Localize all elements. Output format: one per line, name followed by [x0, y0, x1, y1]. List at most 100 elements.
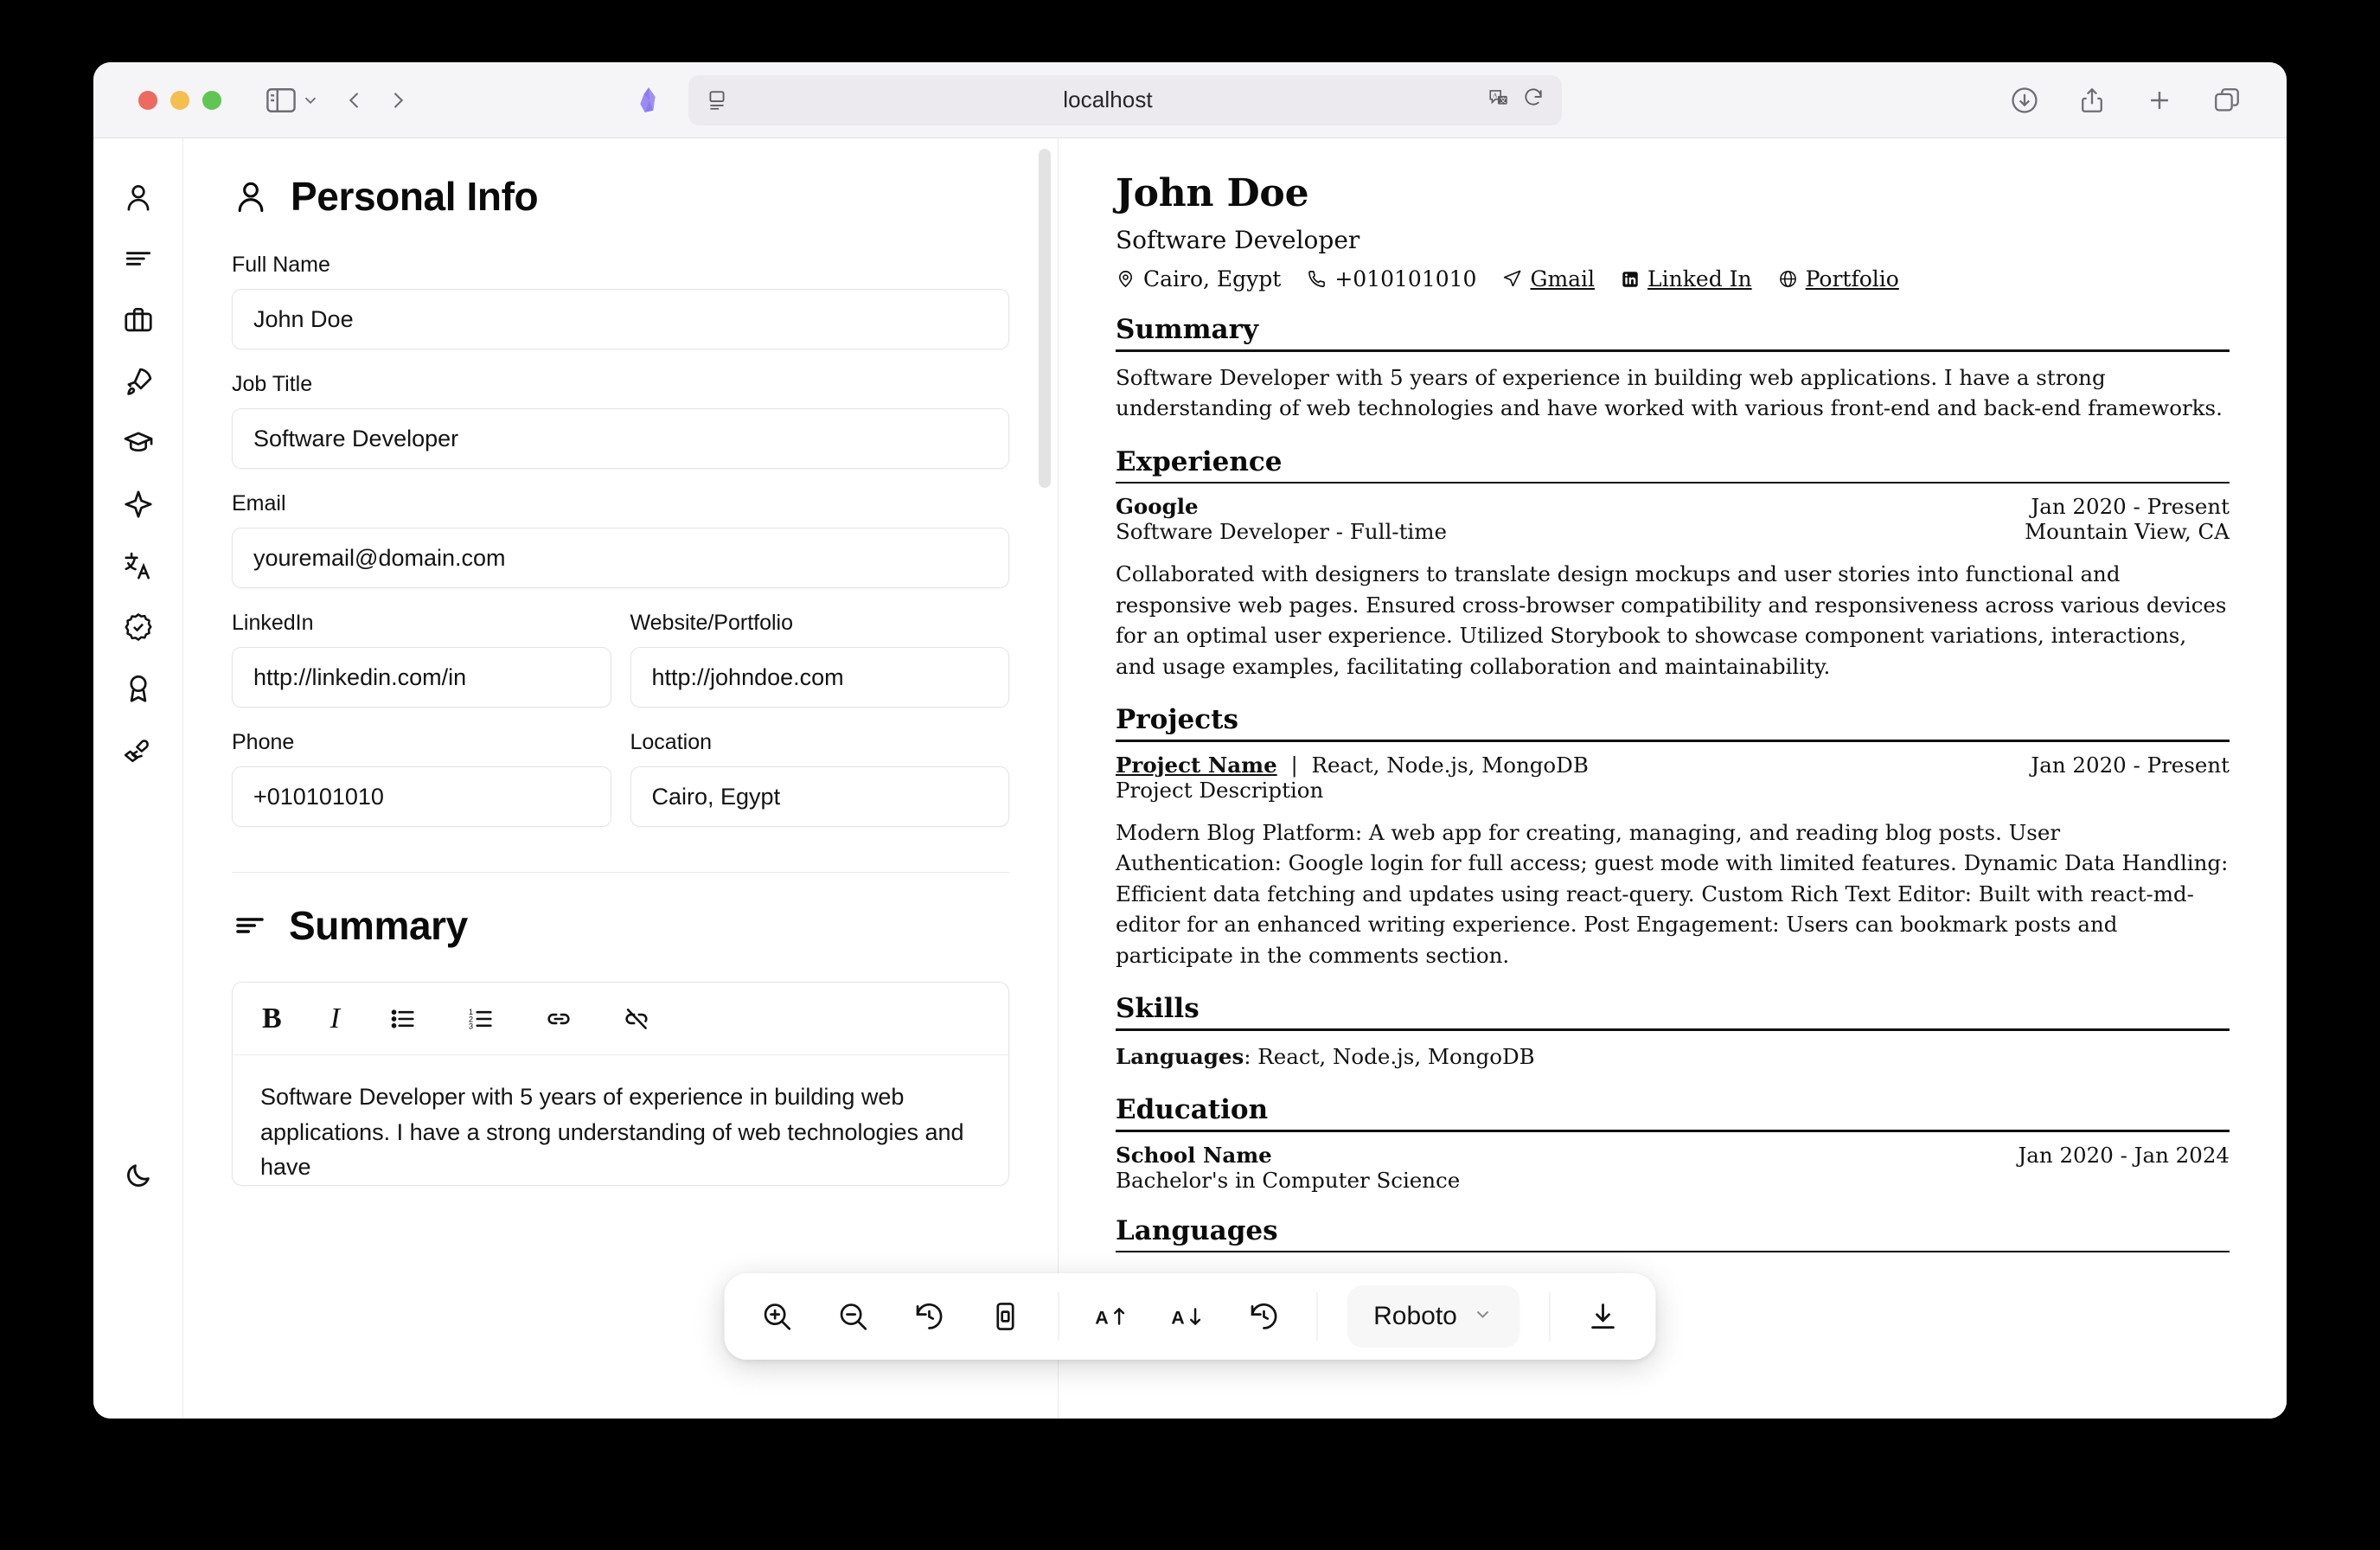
zoom-out-button[interactable]: [830, 1293, 877, 1340]
field-website: Website/Portfolio http://johndoe.com: [630, 611, 1009, 708]
maximize-window-button[interactable]: [202, 90, 221, 110]
sidebar-item-projects[interactable]: [112, 355, 164, 407]
experience-entry-top: Google Jan 2020 - Present: [1116, 494, 2230, 519]
phone-location-row: Phone +010101010 Location Cairo, Egypt: [232, 730, 1009, 849]
chevron-left-icon[interactable]: [342, 88, 367, 112]
bullet-list-icon[interactable]: [388, 1004, 418, 1034]
field-full-name: Full Name John Doe: [232, 253, 1009, 349]
project-dates: Jan 2020 - Present: [2031, 752, 2230, 778]
section-rule: [1116, 481, 2230, 484]
languages-section-title: Languages: [1116, 1214, 1278, 1246]
project-subtitle: Project Description: [1116, 777, 1324, 803]
resume-section-experience: Experience Google Jan 2020 - Present Sof…: [1116, 446, 2230, 682]
chevron-down-icon[interactable]: [301, 91, 320, 110]
resume-section-summary: Summary Software Developer with 5 years …: [1116, 314, 2230, 424]
sidebar-item-skills[interactable]: [112, 478, 164, 530]
sidebar-item-certifications[interactable]: [112, 601, 164, 653]
sidebar-item-personal-info[interactable]: [112, 171, 164, 223]
tab-overview-icon[interactable]: [2212, 86, 2242, 115]
toolbar-right-actions: [2010, 86, 2261, 115]
toolbar-divider: [1549, 1292, 1551, 1341]
experience-company: Google: [1116, 494, 1199, 520]
zoom-in-button[interactable]: [754, 1293, 801, 1340]
chevron-right-icon[interactable]: [386, 88, 410, 112]
app-content: Personal Info Full Name John Doe Job Tit…: [93, 138, 2287, 1419]
contact-portfolio-link[interactable]: Portfolio: [1806, 266, 1899, 291]
section-rule: [1116, 740, 2230, 742]
form-panel: Personal Info Full Name John Doe Job Tit…: [183, 138, 1059, 1419]
gem-logo-icon: [633, 85, 664, 116]
svg-text:A: A: [1493, 91, 1498, 99]
ordered-list-icon[interactable]: 1 2 3: [466, 1004, 496, 1034]
job-title-label: Job Title: [232, 372, 313, 396]
download-circle-icon[interactable]: [2010, 86, 2039, 115]
reader-view-icon[interactable]: [706, 89, 728, 112]
skills-category: Languages: [1116, 1043, 1244, 1069]
skills-items: React, Node.js, MongoDB: [1257, 1043, 1535, 1069]
dark-mode-toggle[interactable]: [112, 1150, 164, 1201]
italic-button[interactable]: I: [330, 1002, 340, 1035]
window-controls: [138, 90, 221, 110]
toolbar-divider: [1316, 1292, 1318, 1341]
education-degree: Bachelor's in Computer Science: [1116, 1167, 1461, 1193]
section-rule: [1116, 349, 2230, 352]
website-input[interactable]: http://johndoe.com: [630, 647, 1009, 708]
summary-header: Summary: [232, 902, 1009, 949]
share-icon[interactable]: [2077, 86, 2107, 115]
sidebar-item-summary[interactable]: [112, 233, 164, 285]
reload-icon[interactable]: [1522, 86, 1545, 113]
form-scrollbar[interactable]: [1039, 149, 1051, 488]
skills-section-title: Skills: [1116, 993, 1200, 1025]
fit-page-button[interactable]: [982, 1293, 1029, 1340]
sidebar-item-languages[interactable]: [112, 540, 164, 592]
summary-section-title: Summary: [1116, 314, 1258, 345]
sidebar-item-volunteering[interactable]: [112, 724, 164, 776]
contact-email-link[interactable]: Gmail: [1530, 266, 1595, 291]
svg-text:3: 3: [469, 1022, 473, 1030]
reset-zoom-button[interactable]: [906, 1293, 953, 1340]
project-entry-top: Project Name | React, Node.js, MongoDB J…: [1116, 753, 2230, 778]
section-rule: [1116, 1028, 2230, 1031]
plus-icon[interactable]: [2145, 86, 2174, 115]
project-name[interactable]: Project Name: [1116, 753, 1277, 778]
increase-font-button[interactable]: A: [1089, 1293, 1136, 1340]
chevron-down-icon: [1473, 1302, 1494, 1331]
job-title-input[interactable]: Software Developer: [232, 408, 1009, 469]
link-icon[interactable]: [544, 1004, 573, 1034]
url-text[interactable]: localhost: [728, 86, 1488, 113]
sidebar-item-awards[interactable]: [112, 663, 164, 714]
sidebar-item-experience[interactable]: [112, 294, 164, 346]
email-input[interactable]: youremail@domain.com: [232, 528, 1009, 588]
full-name-input[interactable]: John Doe: [232, 289, 1009, 349]
education-section-title: Education: [1116, 1094, 1269, 1126]
translate-icon[interactable]: A 文: [1488, 86, 1510, 113]
download-button[interactable]: [1580, 1293, 1627, 1340]
contact-location: Cairo, Egypt: [1143, 266, 1282, 291]
email-label: Email: [232, 491, 286, 516]
section-rule: [1116, 1130, 2230, 1132]
close-window-button[interactable]: [138, 90, 157, 110]
summary-textarea[interactable]: Software Developer with 5 years of exper…: [233, 1055, 1008, 1185]
bold-button[interactable]: B: [262, 1002, 282, 1035]
linkedin-website-row: LinkedIn http://linkedin.com/in Website/…: [232, 611, 1009, 730]
phone-label: Phone: [232, 730, 295, 754]
reset-font-button[interactable]: [1241, 1293, 1288, 1340]
send-icon: [1502, 269, 1522, 289]
resume-section-education: Education School Name Bachelor's in Comp…: [1116, 1094, 2230, 1193]
unlink-icon[interactable]: [622, 1004, 651, 1034]
font-family-select[interactable]: Roboto: [1347, 1285, 1520, 1348]
summary-editor-toolbar: B I 1 2 3: [233, 983, 1008, 1055]
user-icon: [232, 177, 270, 215]
svg-text:A: A: [1171, 1308, 1184, 1329]
sidebar-toggle-icon[interactable]: [266, 87, 296, 113]
project-separator: |: [1290, 752, 1298, 778]
contact-linkedin-link[interactable]: Linked In: [1647, 266, 1752, 291]
minimize-window-button[interactable]: [170, 90, 189, 110]
linkedin-input[interactable]: http://linkedin.com/in: [232, 647, 611, 708]
phone-input[interactable]: +010101010: [232, 766, 611, 827]
decrease-font-button[interactable]: A: [1165, 1293, 1212, 1340]
resume-role: Software Developer: [1116, 226, 1360, 254]
location-input[interactable]: Cairo, Egypt: [630, 766, 1009, 827]
address-bar[interactable]: localhost A 文: [688, 74, 1562, 125]
sidebar-item-education[interactable]: [112, 417, 164, 469]
